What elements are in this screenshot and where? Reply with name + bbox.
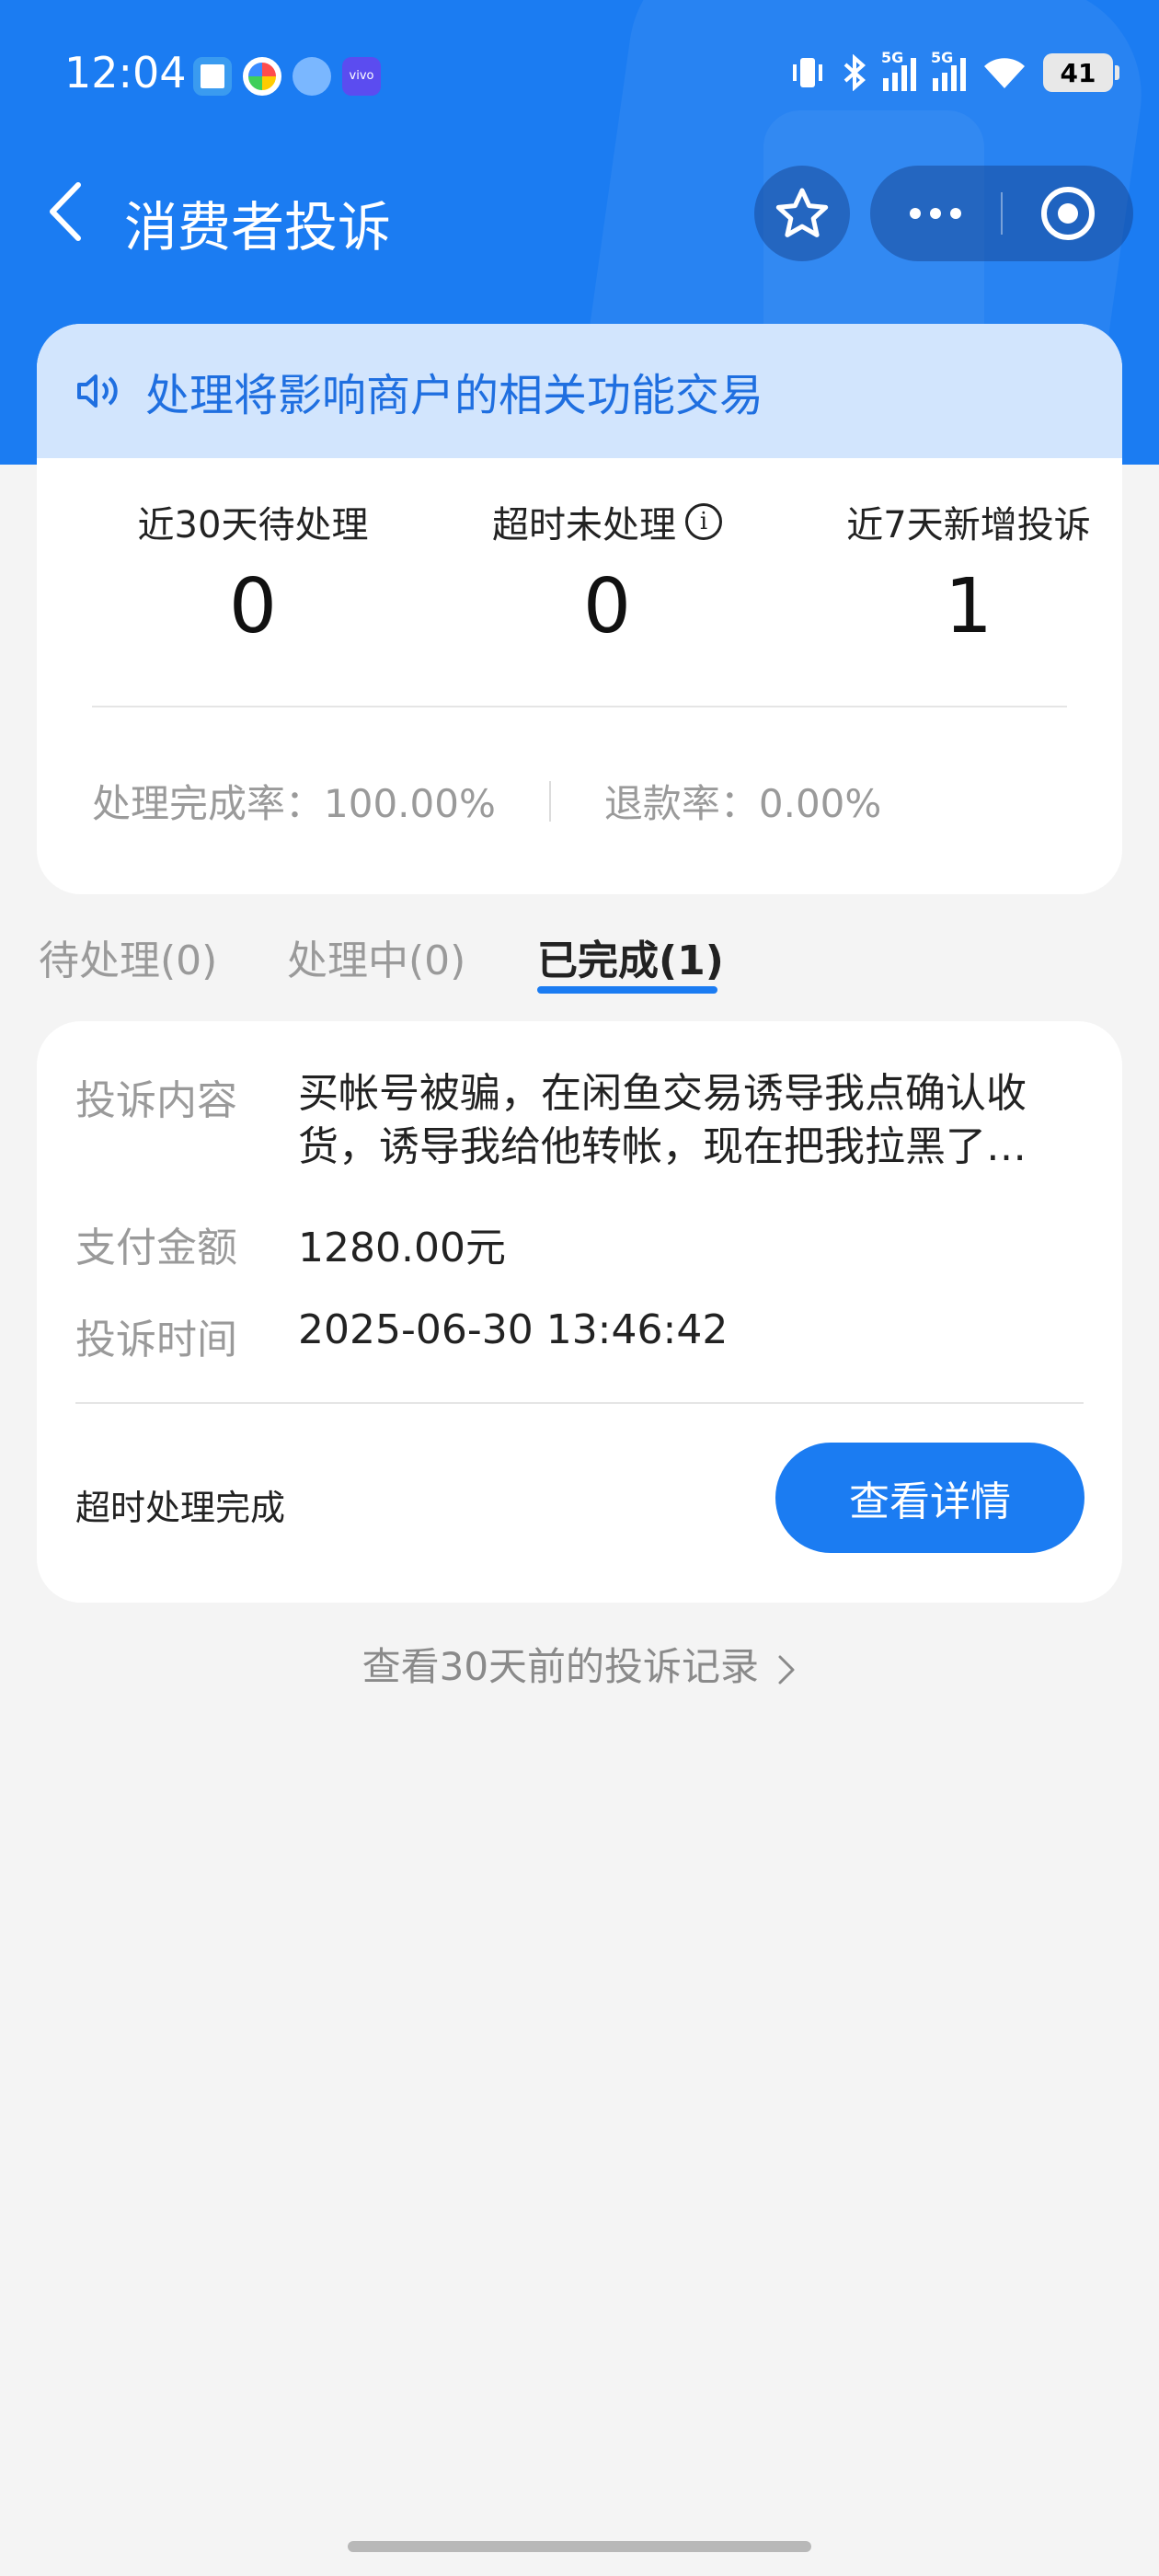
divider bbox=[92, 706, 1067, 707]
stat-overdue: 超时未处理 i 0 bbox=[432, 495, 782, 650]
signal-strength-icon: 5G bbox=[931, 49, 966, 91]
stat-label-row: 超时未处理 i bbox=[432, 495, 782, 548]
time-value: 2025-06-30 13:46:42 bbox=[298, 1306, 729, 1353]
stat-value: 0 bbox=[582, 563, 632, 650]
content-value: 买帐号被骗，在闲鱼交易诱导我点确认收货，诱导我给他转帐，现在把我拉黑了… bbox=[298, 1070, 1027, 1170]
app-notification-icon bbox=[243, 57, 281, 96]
vibrate-icon bbox=[793, 58, 822, 87]
history-link[interactable]: 查看30天前的投诉记录 bbox=[0, 1636, 1159, 1692]
chevron-left-icon bbox=[50, 182, 81, 241]
tab-processing[interactable]: 处理中(0) bbox=[287, 927, 465, 986]
page-title: 消费者投诉 bbox=[124, 196, 392, 259]
tab-completed[interactable]: 已完成(1) bbox=[537, 927, 724, 986]
status-tabs: 待处理(0) 处理中(0) 已完成(1) bbox=[0, 920, 1159, 1003]
more-dot-icon bbox=[950, 208, 961, 219]
history-link-label: 查看30天前的投诉记录 bbox=[361, 1644, 760, 1689]
clock: 12:04 bbox=[64, 48, 187, 98]
divider bbox=[75, 1402, 1084, 1404]
view-details-button[interactable]: 查看详情 bbox=[775, 1443, 1084, 1553]
time-label: 投诉时间 bbox=[75, 1317, 237, 1363]
amount-value: 1280.00元 bbox=[298, 1225, 506, 1271]
stat-pending: 近30天待处理 0 bbox=[78, 495, 428, 650]
stat-label: 近30天待处理 bbox=[137, 504, 369, 546]
tab-pending[interactable]: 待处理(0) bbox=[39, 927, 217, 986]
content-label: 投诉内容 bbox=[75, 1077, 237, 1124]
target-circle-icon bbox=[1041, 187, 1095, 240]
rates-row: 处理完成率：100.00% 退款率：0.00% bbox=[92, 773, 881, 829]
status-bar: 12:04 vivo 5G 5G 41 bbox=[0, 0, 1159, 156]
divider bbox=[548, 780, 551, 822]
active-tab-indicator bbox=[537, 986, 717, 994]
app-notification-icon bbox=[293, 57, 331, 96]
close-miniprogram-button[interactable] bbox=[1003, 166, 1133, 261]
wifi-icon bbox=[984, 58, 1025, 88]
complaint-card[interactable]: 投诉内容 买帐号被骗，在闲鱼交易诱导我点确认收货，诱导我给他转帐，现在把我拉黑了… bbox=[37, 1021, 1122, 1603]
stats-card: 处理将影响商户的相关功能交易 近30天待处理 0 超时未处理 i 0 近7天新增… bbox=[37, 324, 1122, 894]
chevron-right-icon bbox=[778, 1655, 795, 1684]
speaker-icon bbox=[77, 374, 118, 408]
more-button[interactable] bbox=[870, 166, 1001, 261]
stat-new: 近7天新增投诉 1 bbox=[794, 495, 1122, 650]
favorite-button[interactable] bbox=[754, 166, 850, 261]
back-button[interactable] bbox=[33, 175, 98, 248]
bluetooth-icon bbox=[843, 54, 866, 91]
notice-bar[interactable]: 处理将影响商户的相关功能交易 bbox=[37, 324, 1122, 458]
amount-label: 支付金额 bbox=[75, 1225, 237, 1271]
more-dot-icon bbox=[910, 208, 921, 219]
notification-icons: vivo bbox=[193, 57, 381, 96]
stats-row: 近30天待处理 0 超时未处理 i 0 近7天新增投诉 1 bbox=[37, 458, 1122, 651]
completion-rate: 处理完成率：100.00% bbox=[92, 781, 496, 826]
more-dot-icon bbox=[930, 208, 941, 219]
stat-value: 0 bbox=[228, 563, 278, 650]
status-badge: 超时处理完成 bbox=[75, 1488, 286, 1528]
signal-strength-icon: 5G bbox=[881, 49, 916, 91]
battery-icon: 41 bbox=[1043, 53, 1119, 92]
refund-rate: 退款率：0.00% bbox=[603, 781, 882, 826]
navigation-bar: 消费者投诉 bbox=[0, 156, 1159, 267]
app-notification-icon bbox=[193, 57, 232, 96]
system-icons: 5G 5G 41 bbox=[789, 49, 1119, 92]
miniprogram-capsule bbox=[870, 166, 1133, 261]
notice-text: 处理将影响商户的相关功能交易 bbox=[145, 370, 764, 421]
stat-value: 1 bbox=[944, 563, 993, 650]
vivo-icon: vivo bbox=[342, 57, 381, 96]
info-icon[interactable]: i bbox=[685, 503, 722, 540]
star-icon bbox=[775, 188, 829, 237]
home-indicator[interactable] bbox=[348, 2541, 811, 2552]
stat-label: 近7天新增投诉 bbox=[846, 504, 1091, 546]
stat-label: 超时未处理 bbox=[492, 504, 676, 546]
